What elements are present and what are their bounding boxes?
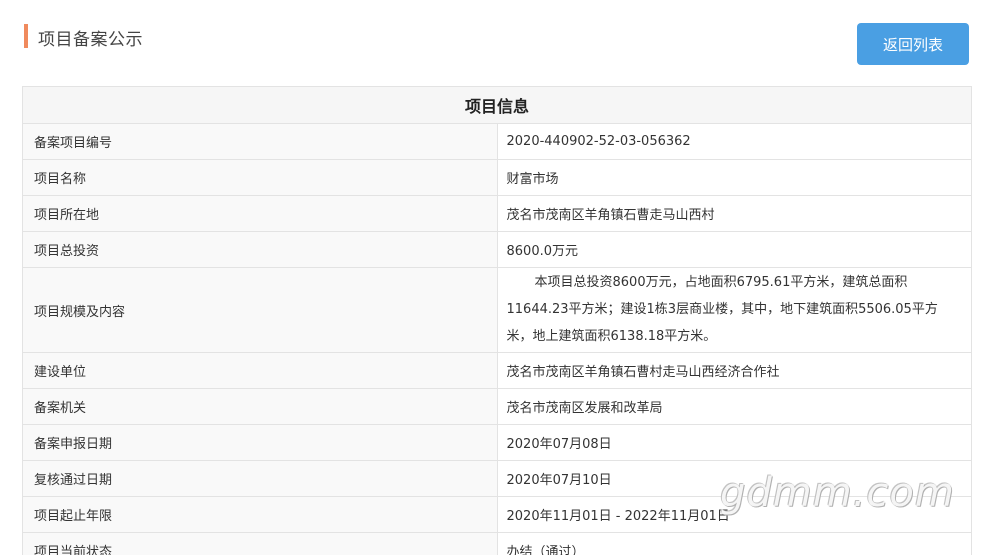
row-value-filing-date: 2020年07月08日 — [496, 424, 972, 461]
table-row: 项目规模及内容 本项目总投资8600万元，占地面积6795.61平方米，建筑总面… — [22, 267, 972, 353]
table-heading: 项目信息 — [22, 86, 972, 124]
row-value-authority: 茂名市茂南区发展和改革局 — [496, 388, 972, 425]
row-label-review-date: 复核通过日期 — [22, 460, 498, 497]
row-value-total-investment: 8600.0万元 — [496, 231, 972, 268]
row-label-period: 项目起止年限 — [22, 496, 498, 533]
row-value-record-number: 2020-440902-52-03-056362 — [496, 123, 972, 160]
table-row: 建设单位 茂名市茂南区羊角镇石曹村走马山西经济合作社 — [22, 352, 972, 389]
row-label-filing-date: 备案申报日期 — [22, 424, 498, 461]
table-row: 备案项目编号 2020-440902-52-03-056362 — [22, 123, 972, 160]
table-row: 项目名称 财富市场 — [22, 159, 972, 196]
row-value-scope: 本项目总投资8600万元，占地面积6795.61平方米，建筑总面积11644.2… — [496, 267, 972, 353]
back-to-list-button[interactable]: 返回列表 — [857, 23, 969, 65]
table-heading-row: 项目信息 — [22, 86, 972, 124]
row-label-record-number: 备案项目编号 — [22, 123, 498, 160]
row-value-project-name: 财富市场 — [496, 159, 972, 196]
row-label-project-name: 项目名称 — [22, 159, 498, 196]
table-row: 备案机关 茂名市茂南区发展和改革局 — [22, 388, 972, 425]
page-title: 项目备案公示 — [38, 30, 143, 50]
row-label-status: 项目当前状态 — [22, 532, 498, 555]
site-watermark: gdmm.com — [720, 470, 955, 516]
row-label-builder: 建设单位 — [22, 352, 498, 389]
row-value-builder: 茂名市茂南区羊角镇石曹村走马山西经济合作社 — [496, 352, 972, 389]
scope-text: 本项目总投资8600万元，占地面积6795.61平方米，建筑总面积11644.2… — [506, 275, 938, 344]
table-row: 项目所在地 茂名市茂南区羊角镇石曹走马山西村 — [22, 195, 972, 232]
row-label-location: 项目所在地 — [22, 195, 498, 232]
table-row: 项目当前状态 办结（通过） — [22, 532, 972, 555]
title-accent-bar — [24, 24, 28, 48]
row-label-authority: 备案机关 — [22, 388, 498, 425]
page-header: 项目备案公示 返回列表 — [24, 22, 969, 66]
row-label-total-investment: 项目总投资 — [22, 231, 498, 268]
table-row: 项目总投资 8600.0万元 — [22, 231, 972, 268]
row-value-status: 办结（通过） — [496, 532, 972, 555]
row-value-location: 茂名市茂南区羊角镇石曹走马山西村 — [496, 195, 972, 232]
table-row: 备案申报日期 2020年07月08日 — [22, 424, 972, 461]
row-label-scope: 项目规模及内容 — [22, 267, 498, 353]
